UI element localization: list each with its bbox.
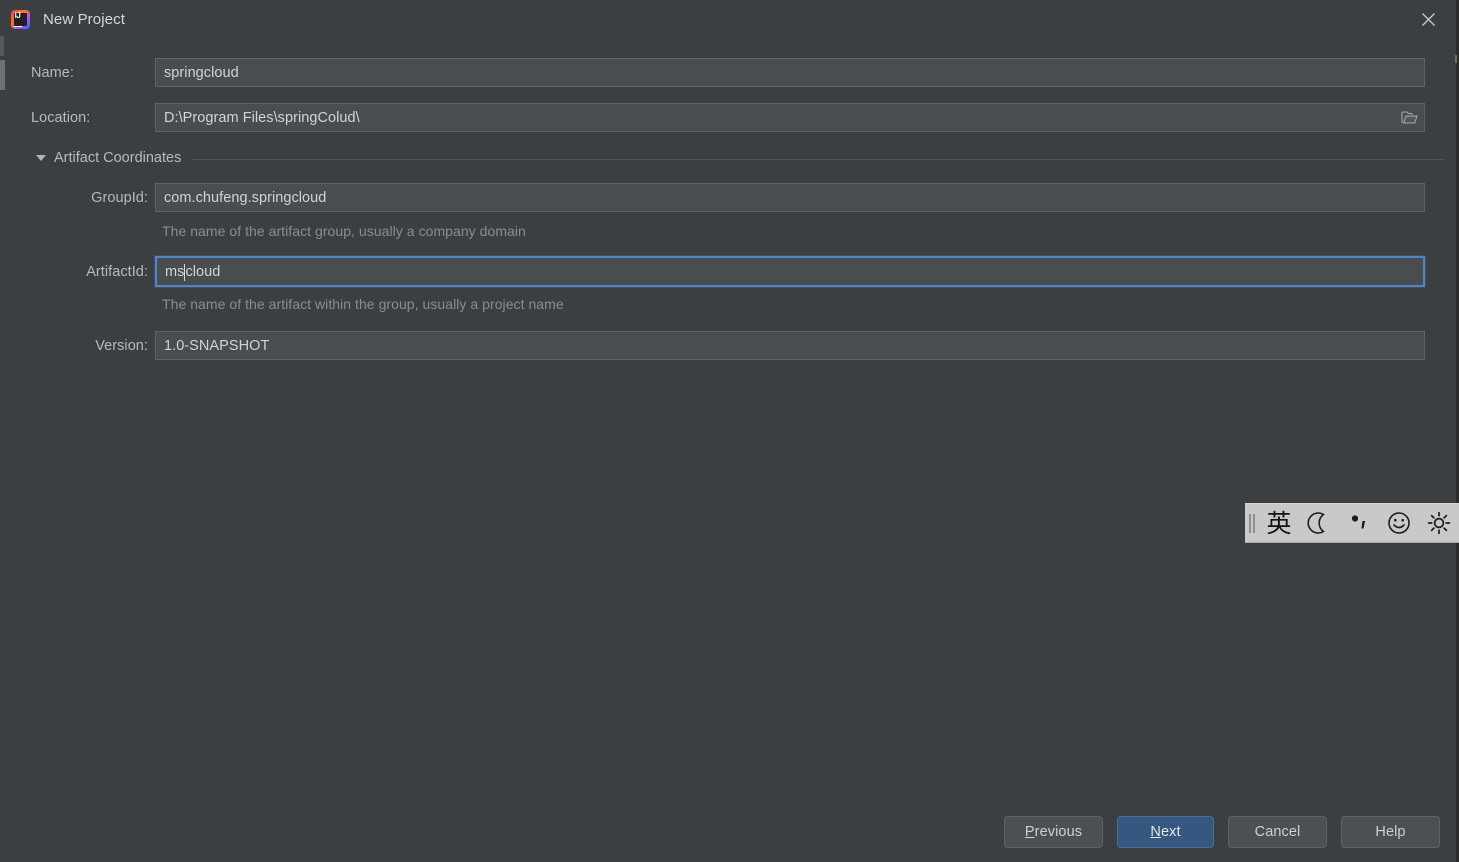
previous-button[interactable]: Previous [1004, 816, 1103, 848]
artifact-id-text-after-caret: cloud [185, 263, 221, 280]
group-id-hint: The name of the artifact group, usually … [162, 223, 526, 239]
dialog-title-bar: IJ New Project [0, 0, 1459, 38]
background-window-bleed-left [0, 60, 5, 90]
dialog-button-bar: Previous Next Cancel Help [0, 816, 1459, 850]
smiley-face-icon[interactable] [1379, 503, 1419, 543]
next-button-mnemonic: N [1150, 824, 1161, 840]
ime-mode-label[interactable]: 英 [1259, 511, 1299, 536]
previous-button-label-post: revious [1034, 824, 1083, 840]
next-button-label-post: ext [1160, 824, 1181, 840]
group-id-input[interactable]: com.chufeng.springcloud [155, 183, 1425, 212]
group-id-label: GroupId: [91, 189, 148, 206]
punctuation-icon[interactable] [1339, 503, 1379, 543]
artifact-id-input[interactable]: ms cloud [155, 256, 1425, 287]
version-row: Version: 1.0-SNAPSHOT [31, 331, 1425, 360]
gear-icon[interactable] [1419, 503, 1459, 543]
cancel-button[interactable]: Cancel [1228, 816, 1327, 848]
artifact-id-hint: The name of the artifact within the grou… [162, 296, 564, 312]
background-window-glint [1455, 55, 1457, 63]
artifact-id-text-before-caret: ms [165, 263, 185, 280]
dialog-title: New Project [43, 10, 125, 28]
name-row: Name: springcloud [31, 58, 1425, 87]
artifact-coordinates-section-header[interactable]: Artifact Coordinates [36, 150, 1445, 166]
next-button[interactable]: Next [1117, 816, 1214, 848]
location-row: Location: D:\Program Files\springColud\ [31, 103, 1425, 132]
drag-grip-icon[interactable] [1245, 503, 1259, 543]
artifact-id-label: ArtifactId: [86, 263, 148, 280]
crescent-moon-icon[interactable] [1299, 503, 1339, 543]
name-input[interactable]: springcloud [155, 58, 1425, 87]
location-label: Location: [31, 109, 91, 126]
ime-floating-toolbar[interactable]: 英 [1245, 503, 1459, 543]
section-divider [192, 158, 1445, 160]
background-window-bleed-left-upper [0, 36, 4, 56]
folder-open-icon[interactable] [1396, 106, 1422, 129]
help-button[interactable]: Help [1341, 816, 1440, 848]
version-label: Version: [95, 337, 148, 354]
triangle-down-icon[interactable] [36, 155, 46, 161]
artifact-coordinates-label: Artifact Coordinates [54, 150, 182, 166]
previous-button-mnemonic: P [1024, 824, 1035, 840]
intellij-idea-logo-icon: IJ [11, 9, 30, 29]
artifact-id-row: ArtifactId: ms cloud [31, 256, 1425, 287]
group-id-row: GroupId: com.chufeng.springcloud [31, 183, 1425, 212]
version-input[interactable]: 1.0-SNAPSHOT [155, 331, 1425, 360]
text-caret [184, 264, 186, 281]
name-label: Name: [31, 64, 74, 81]
close-icon[interactable] [1413, 4, 1443, 34]
location-input[interactable]: D:\Program Files\springColud\ [155, 103, 1425, 132]
